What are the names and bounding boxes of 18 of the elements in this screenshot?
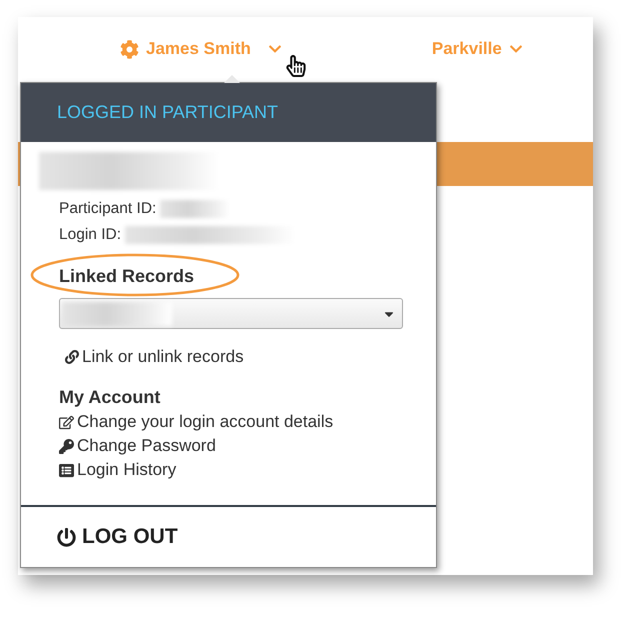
link-records-link[interactable]: Link or unlink records: [65, 347, 436, 367]
chain-link-icon: [65, 350, 79, 364]
account-link[interactable]: Login History: [59, 460, 436, 480]
key-icon: [59, 438, 74, 454]
list-icon: [59, 462, 74, 478]
logout-button[interactable]: LOG OUT: [57, 525, 178, 549]
field-label: Login ID:: [59, 226, 122, 244]
section-heading: Linked Records: [59, 266, 194, 286]
redacted-value: [160, 200, 230, 218]
gear-icon: [120, 40, 139, 58]
field-label: Participant ID:: [59, 200, 156, 218]
account-link[interactable]: Change Password: [59, 436, 436, 456]
records-dropdown[interactable]: [59, 298, 403, 329]
menu-title: LOGGED IN PARTICIPANT: [57, 102, 278, 123]
edit-icon: [59, 414, 74, 430]
section-heading: My Account: [59, 387, 160, 407]
account-link[interactable]: Change your login account details: [59, 412, 436, 432]
power-icon: [57, 528, 76, 546]
